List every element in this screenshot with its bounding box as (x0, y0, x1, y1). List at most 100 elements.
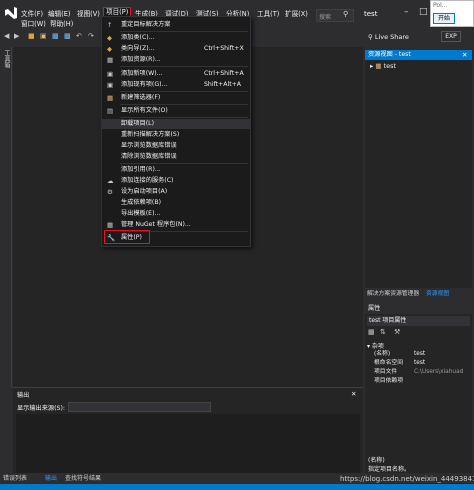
property-group-label: 杂项 (371, 343, 384, 350)
menu-separator (120, 163, 248, 164)
redo-icon[interactable]: ↷ (88, 32, 94, 40)
tree-item-test[interactable]: ▸ ▦ test (370, 62, 396, 70)
close-icon[interactable]: ✕ (351, 390, 356, 398)
menu-item-add-reference[interactable]: 添加引用(R)... (102, 165, 250, 175)
menu-item-add-class[interactable]: ◆ 添加类(C)... (102, 33, 250, 43)
menu-separator (120, 31, 248, 32)
menu-item-label: 导出模板(E)... (121, 210, 161, 217)
toolbox-strip (0, 47, 12, 387)
minimize-icon[interactable]: – (404, 7, 409, 17)
tab-resource-view[interactable]: 资源视图 (426, 290, 449, 298)
undo-icon[interactable]: ↶ (76, 32, 82, 40)
output-source-label: 显示输出来源(S): (17, 405, 65, 412)
close-icon[interactable]: ✕ (462, 50, 467, 60)
properties-object-selector[interactable]: test 项目属性 (367, 316, 470, 326)
gear-icon: ⚙ (107, 188, 113, 196)
folder-icon: ▦ (107, 94, 114, 102)
menu-item-add-new-item[interactable]: ▣ 添加新项(W)... Ctrl+Shift+A (102, 69, 250, 79)
live-share-label: Live Share (374, 33, 409, 41)
menu-item-rescan-solution[interactable]: 重新扫描解决方案(S) (102, 130, 250, 140)
popup-window: Pol... 开始 (430, 0, 474, 27)
forward-icon[interactable]: ▶ (14, 32, 19, 40)
property-key: 根命名空间 (374, 360, 403, 366)
menu-item-label: 添加资源(R)... (121, 56, 161, 63)
menu-item-shortcut: Shift+Alt+A (204, 81, 242, 88)
project-menu-dropdown: ↑ 重定目标解决方案 ◆ 添加类(C)... ◆ 类向导(Z)... Ctrl+… (101, 16, 251, 247)
menu-item-add-resource[interactable]: ▦ 添加资源(R)... (102, 55, 250, 65)
property-key: (名称) (374, 351, 391, 357)
menu-item-new-filter[interactable]: ▦ 新建筛选器(F) (102, 93, 250, 103)
maximize-icon[interactable]: □ (419, 7, 428, 17)
menu-item-label: 显示所有文件(O) (121, 107, 168, 114)
categorized-icon[interactable]: ▦ (368, 328, 375, 336)
property-value: test (414, 351, 426, 357)
output-text-area[interactable] (16, 414, 360, 480)
tab-find-symbol[interactable]: 查找符号结果 (65, 475, 101, 483)
menu-separator (120, 104, 248, 105)
save-all-icon[interactable]: ▩ (64, 32, 71, 40)
property-key: 项目依赖项 (374, 378, 403, 384)
tab-error-list[interactable]: 错误列表 (3, 475, 27, 483)
menu-view[interactable]: 视图(V) (77, 9, 100, 20)
search-icon[interactable]: ⚲ (343, 10, 348, 18)
menu-item-retarget[interactable]: ↑ 重定目标解决方案 (102, 20, 250, 30)
menu-item-label: 重定目标解决方案 (121, 21, 171, 28)
search-input[interactable]: 搜索 (316, 9, 354, 22)
menu-item-add-existing-item[interactable]: ▣ 添加现有项(G)... Shift+Alt+A (102, 80, 250, 90)
start-button[interactable]: 开始 (433, 13, 455, 24)
menu-item-show-all-files[interactable]: ▤ 显示所有文件(O) (102, 106, 250, 116)
solution-name: test (364, 10, 378, 18)
menu-item-label: 添加连接的服务(C) (121, 177, 174, 184)
wrench-icon[interactable]: ⚒ (394, 328, 400, 336)
property-key: 项目文件 (374, 369, 398, 375)
property-description-title: (名称) (368, 457, 385, 464)
toolbox-tab[interactable]: 工具箱 (2, 50, 11, 68)
menu-item-build-dependencies[interactable]: 生成依赖项(B) (102, 198, 250, 208)
menu-item-label: 添加新项(W)... (121, 70, 163, 77)
property-row[interactable]: 项目依赖项 (372, 377, 470, 385)
back-icon[interactable]: ◀ (4, 32, 9, 40)
property-row[interactable]: (名称) test (372, 350, 470, 358)
folder-icon: ▦ (375, 62, 382, 70)
watermark: https://blog.csdn.net/weixin_44493841 (340, 475, 474, 483)
menu-item-label: 类向导(Z)... (121, 45, 155, 52)
property-row[interactable]: 项目文件 C:\Users\xiahuad (372, 368, 470, 376)
live-share-button[interactable]: ⚲ Live Share (368, 33, 409, 41)
tab-output[interactable]: 输出 (45, 475, 57, 483)
menu-extensions[interactable]: 扩展(X) (285, 9, 308, 20)
output-title: 输出 (17, 392, 30, 399)
menu-item-export-template[interactable]: 导出模板(E)... (102, 209, 250, 219)
menu-item-class-wizard[interactable]: ◆ 类向导(Z)... Ctrl+Shift+X (102, 44, 250, 54)
menu-item-manage-nuget[interactable]: ▦ 管理 NuGet 程序包(N)... (102, 220, 250, 230)
menu-item-add-connected-service[interactable]: ☁ 添加连接的服务(C) (102, 176, 250, 186)
property-row[interactable]: 根命名空间 test (372, 359, 470, 367)
menu-item-label: 新建筛选器(F) (121, 94, 161, 101)
popup-title: Pol... (433, 2, 448, 9)
menu-tools[interactable]: 工具(T) (257, 9, 279, 20)
alphabetical-icon[interactable]: ⇅ (380, 328, 386, 336)
tree-item-label: test (383, 62, 397, 70)
show-all-files-icon: ▤ (107, 107, 114, 115)
exp-button[interactable]: EXP (441, 31, 461, 42)
properties-highlight-box (104, 230, 150, 244)
menu-item-show-db-errors[interactable]: 显示浏览数据库错误 (102, 141, 250, 151)
status-bar (0, 484, 474, 490)
output-source-select[interactable] (68, 402, 211, 412)
menu-item-unload-project[interactable]: 卸载项目(L) (102, 119, 250, 129)
solution-explorer-header: 资源视图 - test (365, 50, 472, 60)
menu-item-shortcut: Ctrl+Shift+A (204, 70, 244, 77)
properties-header: 属性 (368, 305, 381, 312)
property-value: test (414, 360, 426, 366)
new-project-icon[interactable]: ■ (28, 32, 35, 40)
tab-solution-explorer[interactable]: 解决方案资源管理器 (367, 290, 419, 298)
property-group[interactable]: ▾ 杂项 (367, 341, 384, 350)
retarget-icon: ↑ (107, 21, 113, 29)
save-icon[interactable]: ▩ (52, 32, 59, 40)
menu-item-label: 清除浏览数据库错误 (121, 153, 177, 160)
menu-separator (120, 117, 248, 118)
property-value: C:\Users\xiahuad (414, 369, 464, 375)
menu-item-set-startup[interactable]: ⚙ 设为启动项目(A) (102, 187, 250, 197)
open-folder-icon[interactable]: ▣ (40, 32, 47, 40)
menu-item-clear-db-errors[interactable]: 清除浏览数据库错误 (102, 152, 250, 162)
nuget-icon: ▦ (107, 221, 114, 229)
